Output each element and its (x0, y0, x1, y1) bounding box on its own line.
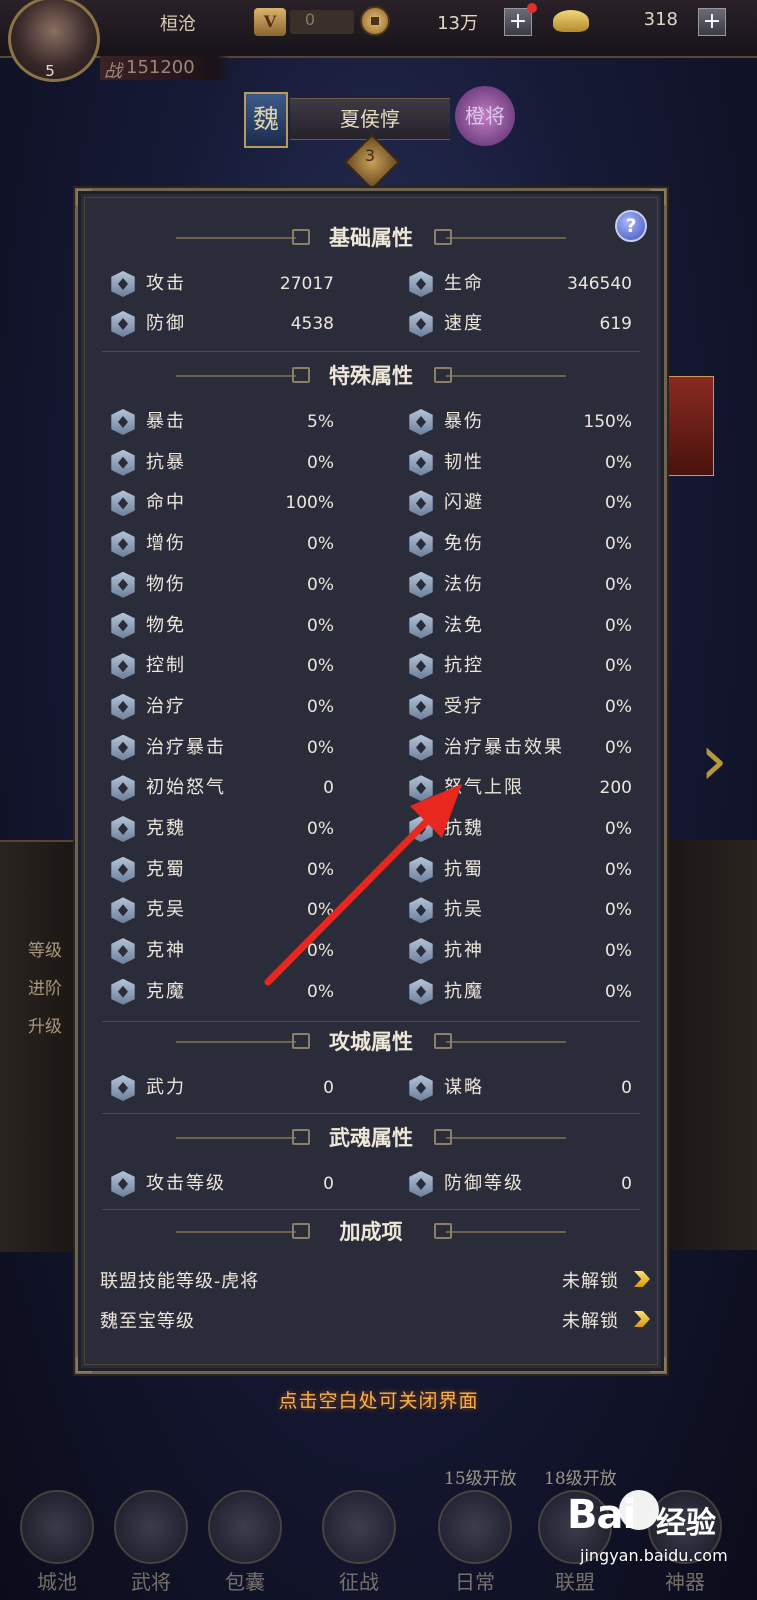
nav-item[interactable]: 包囊 (200, 1490, 290, 1600)
baidu-jingyan-text: 经验 (656, 1506, 716, 1541)
nav-icon (438, 1490, 512, 1564)
nav-icon (20, 1490, 94, 1564)
baidu-paw-icon (619, 1490, 659, 1530)
nav-icon (114, 1490, 188, 1564)
nav-label: 包囊 (225, 1570, 265, 1594)
nav-item[interactable]: 征战 (314, 1490, 404, 1600)
annotation-arrow-shaft (264, 804, 444, 986)
nav-icon (208, 1490, 282, 1564)
watermark-url: jingyan.baidu.com (580, 1546, 728, 1565)
nav-label: 联盟 (555, 1570, 595, 1594)
nav-label: 征战 (339, 1570, 379, 1594)
nav-label: 日常 (455, 1570, 495, 1594)
locked-note: 15级开放 (444, 1469, 517, 1489)
annotation-arrow (264, 784, 462, 986)
locked-note: 18级开放 (544, 1469, 617, 1489)
nav-label: 武将 (131, 1570, 171, 1594)
nav-item[interactable]: 日常 (430, 1490, 520, 1600)
nav-label: 神器 (665, 1570, 705, 1594)
nav-label: 城池 (37, 1570, 77, 1594)
nav-item[interactable]: 城池 (12, 1490, 102, 1600)
nav-icon (322, 1490, 396, 1564)
nav-item[interactable]: 武将 (106, 1490, 196, 1600)
